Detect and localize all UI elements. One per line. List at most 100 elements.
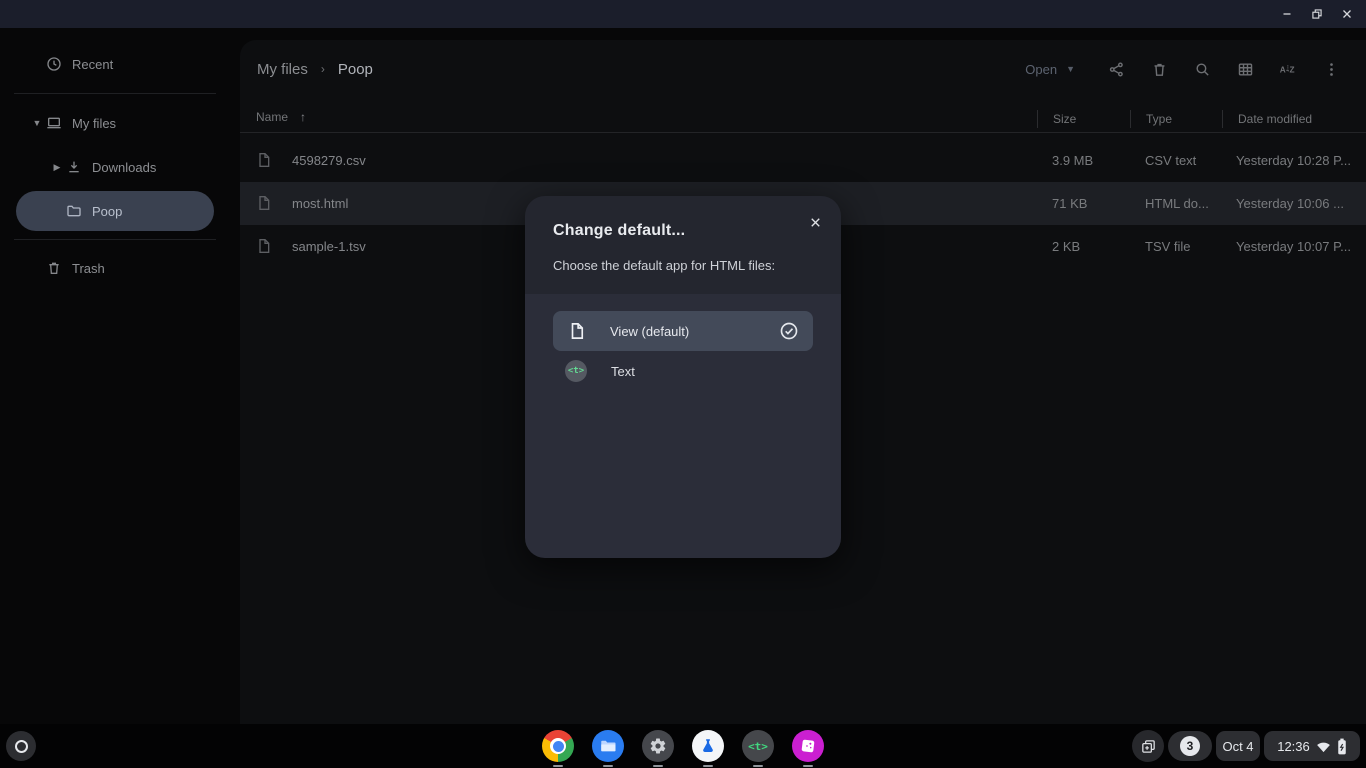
grid-view-button[interactable] [1225,50,1265,88]
restore-button[interactable] [1302,0,1332,28]
sort-ascending-icon: ↑ [300,110,306,124]
laptop-icon [46,115,62,131]
sidebar-divider [14,239,216,240]
date-button[interactable]: Oct 4 [1216,731,1260,761]
breadcrumb-poop[interactable]: Poop [338,61,373,78]
sidebar-item-downloads[interactable]: ▶ Downloads [16,147,214,187]
search-icon [1194,61,1211,78]
chrome-icon [542,730,574,762]
download-icon [66,159,82,175]
close-window-button[interactable] [1332,0,1362,28]
delete-button[interactable] [1139,50,1179,88]
running-indicator [553,765,563,767]
running-indicator [803,765,813,767]
launcher-icon [15,740,28,753]
dialog-subtitle: Choose the default app for HTML files: [553,258,775,273]
sidebar-item-label: Recent [72,57,113,72]
share-button[interactable] [1096,50,1136,88]
status-area: 3 Oct 4 12:36 [1128,724,1366,768]
toolbar: Open ▼ AZ [1025,50,1351,88]
file-name: 4598279.csv [292,139,366,182]
minimize-button[interactable] [1272,0,1302,28]
app-option-label: Text [611,364,635,379]
delete-icon [1151,61,1168,78]
chevron-down-icon: ▼ [1066,64,1075,74]
launcher-button[interactable] [6,731,36,761]
sidebar-item-trash[interactable]: Trash [16,248,214,288]
running-indicator [653,765,663,767]
column-header-name[interactable]: Name ↑ [256,110,306,124]
battery-charging-icon [1337,738,1347,755]
app-option-view[interactable]: View (default) [553,311,813,351]
search-button[interactable] [1182,50,1222,88]
file-type: HTML do... [1145,182,1209,225]
sort-button[interactable]: AZ [1268,50,1308,88]
clock-icon [46,56,62,72]
shelf-app-lab[interactable] [692,730,724,767]
sidebar: Recent ▼ My files ▶ Downloads [0,28,240,724]
trash-icon [46,260,62,276]
notification-counter[interactable]: 3 [1168,731,1212,761]
breadcrumb-my-files[interactable]: My files [257,61,308,78]
time-label: 12:36 [1277,739,1310,754]
restore-icon [1310,7,1324,21]
shelf-app-text[interactable]: <t> [742,730,774,767]
stacked-windows-icon [1140,738,1157,755]
svg-text:Z: Z [1290,65,1295,74]
document-icon [568,322,586,340]
svg-text:A: A [1280,65,1286,74]
window-switcher-button[interactable] [1132,730,1164,762]
shelf-apps: <t> [542,730,824,767]
shelf-app-settings[interactable] [642,730,674,767]
file-icon [256,152,272,168]
sidebar-item-label: Poop [92,204,122,219]
file-name: most.html [292,182,348,225]
gallery-app-icon [792,730,824,762]
sidebar-item-label: Trash [72,261,105,276]
file-name: sample-1.tsv [292,225,366,268]
sidebar-item-my-files[interactable]: ▼ My files [16,103,214,143]
shelf-app-gallery[interactable] [792,730,824,767]
sidebar-item-poop[interactable]: Poop [16,191,214,231]
share-icon [1108,61,1125,78]
dialog-app-list: View (default) <t> Text [525,294,841,558]
sidebar-divider [14,93,216,94]
column-header-type[interactable]: Type [1130,110,1172,128]
file-size: 71 KB [1052,182,1087,225]
file-size: 2 KB [1052,225,1080,268]
sidebar-item-recent[interactable]: Recent [16,44,214,84]
more-options-button[interactable] [1311,50,1351,88]
file-date-modified: Yesterday 10:06 ... [1236,182,1356,225]
minimize-icon [1280,7,1294,21]
chevron-down-icon[interactable]: ▼ [28,118,46,128]
dialog-title: Change default... [553,222,685,240]
column-header-date-modified[interactable]: Date modified [1222,110,1312,128]
sidebar-item-label: My files [72,116,116,131]
lab-flask-icon [692,730,724,762]
file-size: 3.9 MB [1052,139,1093,182]
dialog-close-button[interactable] [801,208,829,236]
sort-az-icon: AZ [1279,60,1297,78]
file-type: TSV file [1145,225,1191,268]
open-button-label: Open [1025,62,1057,77]
shelf-app-files[interactable] [592,730,624,767]
column-header-size[interactable]: Size [1037,110,1076,128]
close-icon [808,215,823,230]
shelf: <t> 3 Oct 4 12:36 [0,724,1366,768]
folder-icon [66,203,82,219]
app-option-text[interactable]: <t> Text [553,351,813,391]
list-header: Name ↑ Size Type Date modified [240,105,1366,133]
chevron-right-icon[interactable]: ▶ [48,162,66,173]
running-indicator [753,765,763,767]
shelf-app-chrome[interactable] [542,730,574,767]
change-default-dialog: Change default... Choose the default app… [525,196,841,558]
check-circle-icon [779,321,799,341]
text-app-icon: <t> [565,360,587,382]
file-row[interactable]: 4598279.csv 3.9 MB CSV text Yesterday 10… [240,139,1366,182]
date-label: Oct 4 [1222,739,1253,754]
file-type: CSV text [1145,139,1196,182]
open-button[interactable]: Open ▼ [1025,62,1075,77]
file-date-modified: Yesterday 10:28 P... [1236,139,1356,182]
system-tray[interactable]: 12:36 [1264,731,1360,761]
close-icon [1340,7,1354,21]
